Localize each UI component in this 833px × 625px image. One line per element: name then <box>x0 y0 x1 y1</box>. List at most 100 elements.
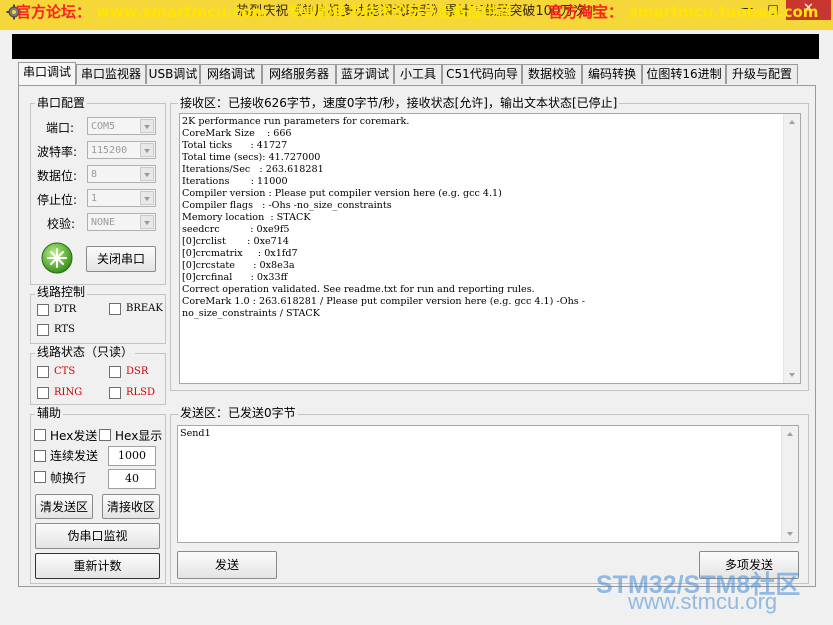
continuous-interval-input[interactable]: 1000 <box>108 446 156 466</box>
chevron-down-icon <box>140 215 154 229</box>
parity-select[interactable]: NONE <box>87 213 156 231</box>
line-control-group <box>30 294 166 344</box>
rlsd-label: RLSD <box>126 387 156 398</box>
baud-select[interactable]: 115200 <box>87 141 156 159</box>
port-select[interactable]: COM5 <box>87 117 156 135</box>
hex-show-label: Hex显示 <box>115 429 163 443</box>
shop-url-link[interactable]: smartmcu.taobao.com <box>629 3 818 21</box>
dtr-checkbox[interactable] <box>37 304 49 316</box>
scroll-down-icon[interactable] <box>783 527 797 541</box>
tab-serial-debug[interactable]: 串口调试 <box>18 62 76 85</box>
port-value: COM5 <box>91 121 116 132</box>
stopbits-select[interactable]: 1 <box>87 189 156 207</box>
receive-line: CoreMark Size : 666 <box>182 128 292 139</box>
receive-line: CoreMark 1.0 : 263.618281 / Please put c… <box>182 296 585 307</box>
chevron-down-icon <box>140 191 154 205</box>
databits-value: 8 <box>91 169 98 180</box>
send-textarea[interactable]: Send1 <box>177 425 799 543</box>
tab-bitmap-hex[interactable]: 位图转16进制 <box>642 64 726 84</box>
send-scrollbar[interactable] <box>781 426 798 542</box>
tab-data-check[interactable]: 数据校验 <box>522 64 582 84</box>
databits-select[interactable]: 8 <box>87 165 156 183</box>
receive-line: Iterations : 11000 <box>182 176 288 187</box>
hex-send-checkbox[interactable] <box>34 429 46 441</box>
receive-line: Total ticks : 41727 <box>182 140 288 151</box>
receive-line: Compiler flags : -Ohs -no_size_constrain… <box>182 200 392 211</box>
shop-label: 官方淘宝： <box>548 3 624 21</box>
cts-checkbox <box>37 366 49 378</box>
dsr-label: DSR <box>126 366 149 377</box>
stopbits-value: 1 <box>91 193 98 204</box>
rlsd-checkbox <box>109 387 121 399</box>
receive-line: Total time (secs): 41.727000 <box>182 152 321 163</box>
receive-textarea[interactable]: 2K performance run parameters for corema… <box>179 113 801 384</box>
assist-title: 辅助 <box>35 406 64 420</box>
line-control-title: 线路控制 <box>35 285 88 299</box>
receive-line: [0]crcstate : 0x8e3a <box>182 260 295 271</box>
receive-scrollbar[interactable] <box>783 114 800 383</box>
frame-timeout-input[interactable]: 40 <box>108 469 156 489</box>
scroll-up-icon[interactable] <box>785 115 799 129</box>
continuous-send-label: 连续发送 <box>50 449 99 463</box>
receive-line: Iterations/Sec : 263.618281 <box>182 164 324 175</box>
recount-button[interactable]: 重新计数 <box>35 553 160 579</box>
frame-newline-label: 帧换行 <box>50 471 87 485</box>
tab-bluetooth-debug[interactable]: 蓝牙调试 <box>336 64 394 84</box>
close-port-button[interactable]: 关闭串口 <box>86 246 156 272</box>
send-text: Send1 <box>180 428 211 439</box>
stopbits-label: 停止位: <box>37 193 78 207</box>
break-checkbox[interactable] <box>109 303 121 315</box>
ring-checkbox <box>37 387 49 399</box>
dtr-label: DTR <box>54 304 77 315</box>
tab-network-server[interactable]: 网络服务器 <box>262 64 336 84</box>
chevron-down-icon <box>140 119 154 133</box>
tab-usb-debug[interactable]: USB调试 <box>146 64 200 84</box>
hex-show-checkbox[interactable] <box>99 429 111 441</box>
cts-label: CTS <box>54 366 76 377</box>
frame-newline-checkbox[interactable] <box>34 471 46 483</box>
port-status-icon <box>41 242 73 274</box>
receive-line: [0]crcfinal : 0x33ff <box>182 272 288 283</box>
continuous-send-checkbox[interactable] <box>34 450 46 462</box>
receive-line: [0]crcmatrix : 0x1fd7 <box>182 248 298 259</box>
tab-upgrade-config[interactable]: 升级与配置 <box>726 64 798 84</box>
tab-encoding[interactable]: 编码转换 <box>582 64 642 84</box>
pseudo-monitor-button[interactable]: 伪串口监视 <box>35 523 160 549</box>
send-button[interactable]: 发送 <box>177 551 277 579</box>
receive-line: no_size_constraints / STACK <box>182 308 320 319</box>
receive-text: 2K performance run parameters for corema… <box>182 116 585 320</box>
clear-receive-button[interactable]: 清接收区 <box>102 494 160 519</box>
baud-value: 115200 <box>91 145 128 156</box>
scroll-down-icon[interactable] <box>785 368 799 382</box>
parity-label: 校验: <box>47 217 76 231</box>
tab-tools[interactable]: 小工具 <box>394 64 442 84</box>
receive-title: 接收区：已接收626字节，速度0字节/秒，接收状态[允许]，输出文本状态[已停止… <box>178 96 620 110</box>
banner-slogan: 专业的电子技术论坛与设备提供商 <box>287 3 513 21</box>
tab-network-debug[interactable]: 网络调试 <box>200 64 262 84</box>
hex-send-label: Hex发送 <box>50 429 98 443</box>
parity-value: NONE <box>91 217 116 228</box>
baud-label: 波特率: <box>37 145 78 159</box>
tab-c51-wizard[interactable]: C51代码向导 <box>442 64 522 84</box>
promo-banner[interactable] <box>12 34 819 59</box>
ring-label: RING <box>54 387 83 398</box>
receive-line: [0]crclist : 0xe714 <box>182 236 289 247</box>
receive-line: seedcrc : 0xe9f5 <box>182 224 290 235</box>
receive-line: Correct operation validated. See readme.… <box>182 284 535 295</box>
watermark-url: www.stmcu.org <box>628 589 778 614</box>
port-label: 端口: <box>46 121 75 135</box>
forum-url-link[interactable]: www.smartmcu.com <box>96 3 267 21</box>
receive-line: Memory location : STACK <box>182 212 311 223</box>
dsr-checkbox <box>109 366 121 378</box>
break-label: BREAK <box>126 303 163 314</box>
chevron-down-icon <box>140 167 154 181</box>
clear-send-button[interactable]: 清发送区 <box>35 494 93 519</box>
send-title: 发送区：已发送0字节 <box>178 406 298 420</box>
rts-checkbox[interactable] <box>37 324 49 336</box>
tab-serial-monitor[interactable]: 串口监视器 <box>76 64 146 84</box>
line-status-title: 线路状态（只读） <box>35 345 136 359</box>
scroll-up-icon[interactable] <box>783 427 797 441</box>
serial-config-title: 串口配置 <box>35 96 88 110</box>
chevron-down-icon <box>140 143 154 157</box>
rts-label: RTS <box>54 324 75 335</box>
